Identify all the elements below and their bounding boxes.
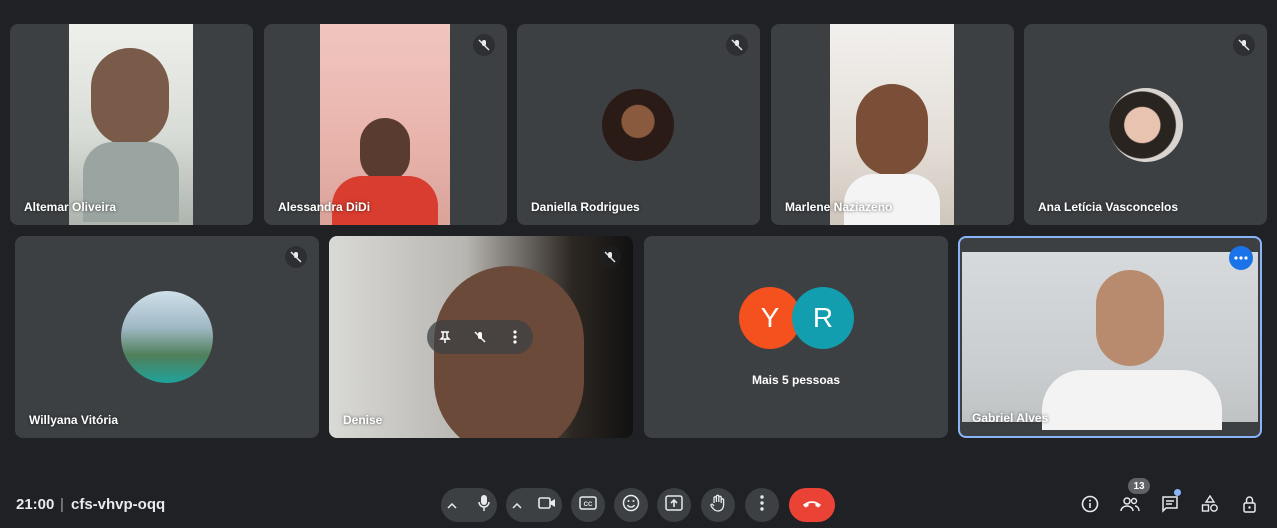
participant-tile-daniella[interactable]: Daniella Rodrigues [517,24,760,225]
chevron-up-icon[interactable] [512,496,522,514]
avatar [1109,88,1183,162]
present-button[interactable] [657,488,691,522]
participant-name: Ana Letícia Vasconcelos [1038,200,1179,214]
end-call-icon [802,496,822,514]
emoji-button[interactable] [614,488,648,522]
meeting-time: 21:00 [16,496,55,513]
info-icon[interactable] [1078,492,1102,516]
participant-tile-altemar[interactable]: Altemar Oliveira [10,24,253,225]
mic-off-icon [599,246,621,268]
participant-tile-ana[interactable]: Ana Letícia Vasconcelos [1024,24,1267,225]
mic-icon[interactable] [477,494,491,517]
participant-name: Denise [343,413,383,427]
participant-video [69,24,193,225]
participant-name: Gabriel Alves [972,411,1049,425]
avatar [121,291,213,383]
captions-button[interactable]: CC [571,488,605,522]
activities-icon[interactable] [1198,492,1222,516]
host-controls-icon[interactable] [1238,492,1262,516]
participant-tile-alessandra[interactable]: Alessandra DiDi [264,24,507,225]
mic-off-icon [726,34,748,56]
chat-notification-dot [1174,489,1181,496]
camera-control[interactable] [506,488,562,522]
pin-icon[interactable] [435,327,455,347]
mic-off-icon [1233,34,1255,56]
more-options-button[interactable] [745,488,779,522]
participant-name: Alessandra DiDi [278,200,371,214]
emoji-icon [622,494,640,517]
more-horiz-icon[interactable] [1229,246,1253,270]
participant-name: Altemar Oliveira [24,200,117,214]
participant-tile-gabriel[interactable]: Gabriel Alves [958,236,1262,438]
participant-tile-willyana[interactable]: Willyana Vitória [15,236,319,438]
participant-name: Willyana Vitória [29,413,119,427]
more-vert-icon[interactable] [505,327,525,347]
more-vert-icon [760,494,764,516]
chevron-up-icon[interactable] [447,496,457,514]
mic-off-icon [285,246,307,268]
present-icon [665,494,683,516]
participant-tile-marlene[interactable]: Marlene Naziazeno [771,24,1014,225]
participant-name: Daniella Rodrigues [531,200,640,214]
end-call-button[interactable] [789,488,835,522]
separator: | [60,496,64,513]
avatar [602,89,674,161]
raise-hand-button[interactable] [701,488,735,522]
avatar-r: R [792,287,854,349]
svg-text:CC: CC [584,502,593,508]
participant-name: Marlene Naziazeno [785,200,893,214]
mic-off-icon[interactable] [470,327,490,347]
participant-video [320,24,450,225]
meeting-code: cfs-vhvp-oqq [71,496,166,513]
mic-control[interactable] [441,488,497,522]
more-people-label: Mais 5 pessoas [751,373,841,387]
tile-hover-controls [427,320,533,354]
participant-video [830,24,954,225]
people-count-badge: 13 [1128,478,1150,494]
participant-tile-denise[interactable]: Denise [329,236,633,438]
raise-hand-icon [710,494,726,517]
captions-icon: CC [579,495,597,515]
camera-icon[interactable] [538,496,556,514]
mic-off-icon [473,34,495,56]
people-icon[interactable] [1118,492,1142,516]
more-people-tile[interactable]: Y R Mais 5 pessoas [644,236,948,438]
participant-video [962,252,1258,430]
